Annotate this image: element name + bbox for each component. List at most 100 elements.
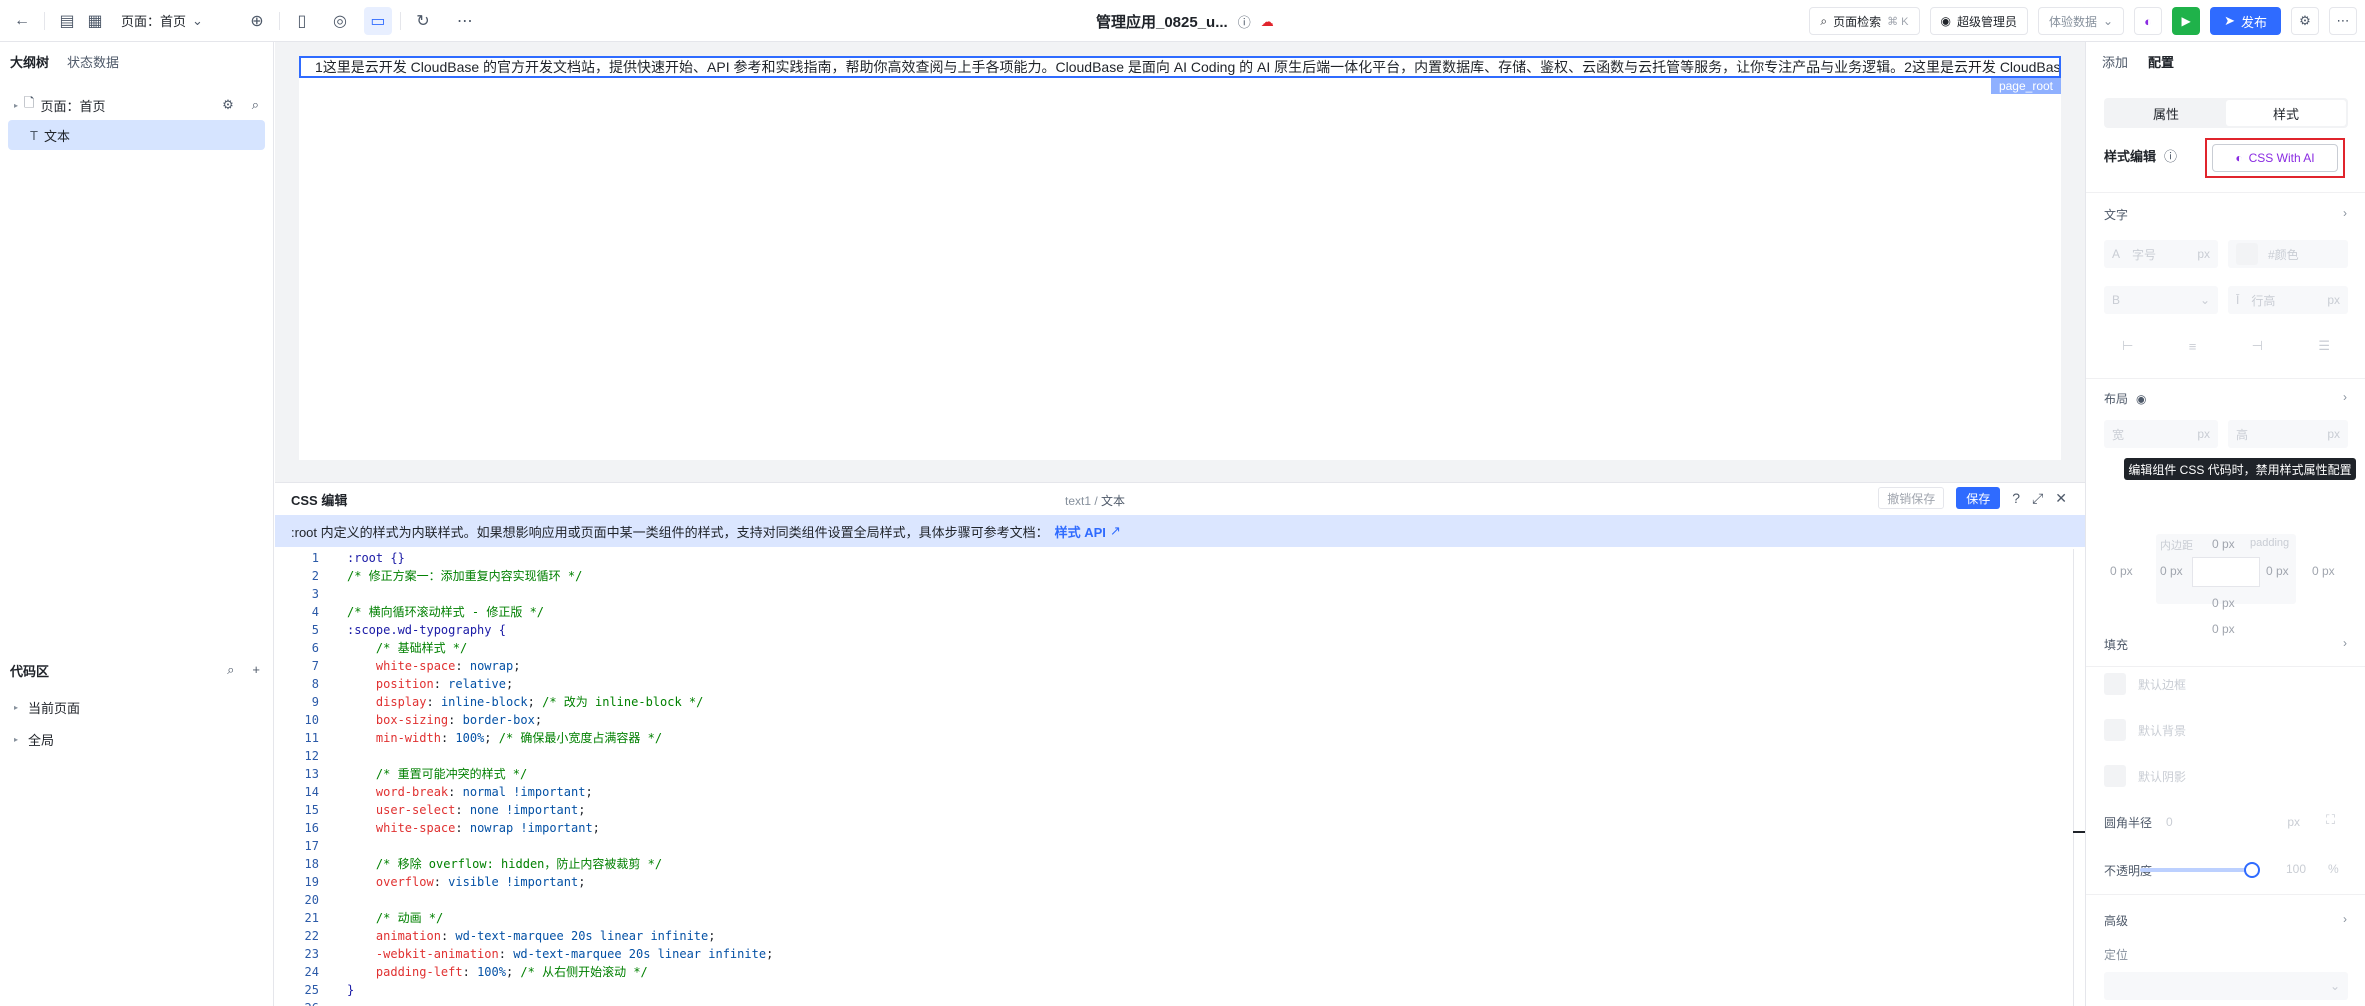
seg-style[interactable]: 样式 <box>2226 100 2346 126</box>
code-line[interactable]: 8 position: relative; <box>275 675 2073 693</box>
more-icon[interactable]: ⋯ <box>451 7 479 35</box>
padding-right-value[interactable]: 0 px <box>2266 564 2289 578</box>
tab-state-data[interactable]: 状态数据 <box>67 44 119 79</box>
code-line[interactable]: 2 /* 修正方案一：添加重复内容实现循环 */ <box>275 567 2073 585</box>
code-line[interactable]: 13 /* 重置可能冲突的样式 */ <box>275 765 2073 783</box>
padding-top-value[interactable]: 0 px <box>2212 537 2235 551</box>
code-line[interactable]: 24 padding-left: 100%; /* 从右侧开始滚动 */ <box>275 963 2073 981</box>
color-field[interactable]: #颜色 <box>2228 240 2348 268</box>
expand-triangle-icon[interactable]: ▸ <box>14 735 18 744</box>
save-button[interactable]: 保存 <box>1956 487 2001 509</box>
help-icon[interactable]: ? <box>2012 490 2020 506</box>
code-item-global[interactable]: ▸ 全局 <box>14 730 54 749</box>
code-line[interactable]: 18 /* 移除 overflow: hidden，防止内容被裁剪 */ <box>275 855 2073 873</box>
code-line[interactable]: 26 <box>275 999 2073 1006</box>
canvas-page[interactable]: 1这里是云开发 CloudBase 的官方开发文档站，提供快速开始、API 参考… <box>299 56 2061 460</box>
code-line[interactable]: 12 <box>275 747 2073 765</box>
code-line[interactable]: 6 /* 基础样式 */ <box>275 639 2073 657</box>
data-source-select[interactable]: 体验数据 ⌄ <box>2038 7 2125 35</box>
ai-assistant-icon[interactable]: ◐ <box>2134 7 2163 35</box>
border-swatch[interactable] <box>2104 673 2126 695</box>
chevron-right-icon[interactable]: › <box>2343 912 2347 926</box>
code-line[interactable]: 7 white-space: nowrap; <box>275 657 2073 675</box>
background-field[interactable]: 默认背景 <box>2104 716 2348 744</box>
margin-bottom-value[interactable]: 0 px <box>2212 622 2235 636</box>
tab-add[interactable]: 添加 <box>2102 52 2128 71</box>
eye-icon[interactable]: ◉ <box>2136 392 2146 406</box>
opacity-slider-handle[interactable] <box>2244 862 2260 878</box>
color-swatch[interactable] <box>2236 243 2258 265</box>
tree-item-text[interactable]: T 文本 <box>8 120 265 150</box>
code-line[interactable]: 5:scope.wd-typography { <box>275 621 2073 639</box>
position-field[interactable]: ⌄ <box>2104 972 2348 1000</box>
style-api-link[interactable]: 样式 API <box>1055 522 1106 541</box>
opacity-value[interactable]: 100 <box>2286 862 2306 876</box>
radius-field[interactable]: 0 px <box>2158 808 2308 836</box>
code-line[interactable]: 21 /* 动画 */ <box>275 909 2073 927</box>
settings-gear-icon[interactable]: ⚙ <box>2291 7 2319 35</box>
expand-triangle-icon[interactable]: ▸ <box>14 703 18 712</box>
help-circle-icon[interactable]: ⓘ <box>2164 146 2177 165</box>
code-line[interactable]: 19 overflow: visible !important; <box>275 873 2073 891</box>
mobile-view-icon[interactable]: ▯ <box>288 7 316 35</box>
new-page-icon[interactable]: ⊕ <box>243 7 271 35</box>
search-icon[interactable]: ⌕ <box>227 662 234 678</box>
code-line[interactable]: 3 <box>275 585 2073 603</box>
height-field[interactable]: 高 px <box>2228 420 2348 448</box>
align-right-icon[interactable]: ⊣ <box>2252 338 2263 354</box>
background-swatch[interactable] <box>2104 719 2126 741</box>
publish-button[interactable]: ➤ 发布 <box>2210 7 2281 35</box>
compass-icon[interactable]: ◎ <box>326 7 354 35</box>
margin-right-value[interactable]: 0 px <box>2312 564 2335 578</box>
code-line[interactable]: 16 white-space: nowrap !important; <box>275 819 2073 837</box>
code-editor[interactable]: 1:root {} 2 /* 修正方案一：添加重复内容实现循环 */ 3 4 /* 横向循… <box>275 549 2073 1006</box>
info-icon[interactable]: ⓘ <box>1238 12 1251 31</box>
section-fill[interactable]: 填充 <box>2104 636 2128 653</box>
admin-button[interactable]: ◉ 超级管理员 <box>1929 7 2028 35</box>
expand-icon[interactable]: ⤢ <box>2032 490 2043 507</box>
cloud-sync-icon[interactable]: ☁ <box>1261 14 1274 30</box>
code-line[interactable]: 4 /* 横向循环滚动样式 - 修正版 */ <box>275 603 2073 621</box>
shadow-field[interactable]: 默认阴影 <box>2104 762 2348 790</box>
margin-left-value[interactable]: 0 px <box>2110 564 2133 578</box>
page-list-icon[interactable]: ▤ <box>53 7 81 35</box>
code-line[interactable]: 14 word-break: normal !important; <box>275 783 2073 801</box>
code-line[interactable]: 23 -webkit-animation: wd-text-marquee 20… <box>275 945 2073 963</box>
border-field[interactable]: 默认边框 <box>2104 670 2348 698</box>
code-line[interactable]: 20 <box>275 891 2073 909</box>
padding-bottom-value[interactable]: 0 px <box>2212 596 2235 610</box>
seg-properties[interactable]: 属性 <box>2106 100 2226 126</box>
chevron-right-icon[interactable]: › <box>2343 206 2347 220</box>
shadow-swatch[interactable] <box>2104 765 2126 787</box>
chevron-right-icon[interactable]: › <box>2343 636 2347 650</box>
code-line[interactable]: 22 animation: wd-text-marquee 20s linear… <box>275 927 2073 945</box>
code-item-current-page[interactable]: ▸ 当前页面 <box>14 698 80 717</box>
chevron-right-icon[interactable]: › <box>2343 390 2347 404</box>
fullscreen-icon[interactable]: ⛶ <box>2326 812 2335 828</box>
code-line[interactable]: 25} <box>275 981 2073 999</box>
section-layout[interactable]: 布局 ◉ <box>2104 390 2147 407</box>
layout-icon[interactable]: ▦ <box>81 7 109 35</box>
css-with-ai-button[interactable]: ◐ CSS With AI <box>2212 144 2338 172</box>
expand-triangle-icon[interactable]: ▸ <box>14 101 18 110</box>
width-field[interactable]: 宽 px <box>2104 420 2218 448</box>
align-left-icon[interactable]: ⊢ <box>2122 338 2133 354</box>
marquee-text[interactable]: 1这里是云开发 CloudBase 的官方开发文档站，提供快速开始、API 参考… <box>299 56 2061 78</box>
opacity-slider-track[interactable] <box>2140 868 2248 872</box>
line-height-field[interactable]: Ī 行高 px <box>2228 286 2348 314</box>
undo-save-button[interactable]: 撤销保存 <box>1878 487 1945 509</box>
padding-left-value[interactable]: 0 px <box>2160 564 2183 578</box>
page-selector[interactable]: 页面：首页 <box>121 11 186 30</box>
tree-item-page[interactable]: ▸ 🗋 页面：首页 ⚙ ⌕ <box>0 90 273 120</box>
back-arrow-icon[interactable]: ← <box>8 7 36 35</box>
tab-config[interactable]: 配置 <box>2148 52 2174 71</box>
preview-play-icon[interactable]: ▶ <box>2172 7 2201 35</box>
align-center-icon[interactable]: ≡ <box>2189 339 2197 354</box>
code-line[interactable]: 15 user-select: none !important; <box>275 801 2073 819</box>
page-search-button[interactable]: ⌕ 页面检索 ⌘ K <box>1809 7 1920 35</box>
chevron-down-icon[interactable]: ⌄ <box>192 13 203 29</box>
code-line[interactable]: 11 min-width: 100%; /* 确保最小宽度占满容器 */ <box>275 729 2073 747</box>
section-advanced[interactable]: 高级 <box>2104 912 2128 929</box>
code-line[interactable]: 17 <box>275 837 2073 855</box>
scrollbar[interactable] <box>2073 549 2085 1006</box>
